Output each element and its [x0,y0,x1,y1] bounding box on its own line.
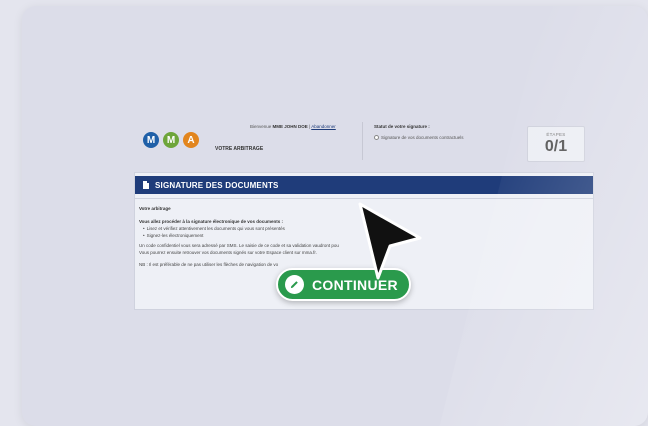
mouse-pointer-icon [358,202,422,280]
header-divider [362,122,363,160]
status-item-label: Signature de vos documents contractuels [381,135,464,140]
logo-m2: M [163,132,179,148]
note-text: NB : Il est préférable de ne pas utilise… [139,262,279,267]
status-title: Statut de votre signature : [374,124,430,129]
steps-box: ÉTAPES 0/1 [527,126,585,162]
document-icon [143,181,149,189]
abandon-link[interactable]: Abandonner [311,124,336,129]
panel-title: SIGNATURE DES DOCUMENTS [155,180,279,190]
lead-text: Vous allez procéder à la signature élect… [139,219,283,224]
bullet-item: Signez-les électroniquement [143,233,204,238]
pencil-icon [285,275,304,294]
status-radio-icon [374,135,379,140]
info-line-1: Un code confidentiel vous sera adressé p… [139,243,339,248]
subtitle: Votre arbitrage [139,206,171,211]
steps-value: 0/1 [544,138,568,155]
welcome-text: Bienvenue MME JOHN DOE | Abandonner [250,124,336,129]
section-title: VOTRE ARBITRAGE [215,146,264,152]
browser-card: M M A VOTRE ARBITRAGE Bienvenue MME JOHN… [22,6,648,426]
logo-m1: M [143,132,159,148]
status-item: Signature de vos documents contractuels [374,135,464,140]
divider [135,198,593,199]
info-line-2: Vous pourrez ensuite retrouver vos docum… [139,250,317,255]
logo-a: A [183,132,199,148]
mma-logo: M M A [143,132,199,148]
user-name: MME JOHN DOE [272,124,308,129]
bullet-item: Lisez et vérifiez attentivement les docu… [143,226,285,231]
welcome-prefix: Bienvenue [250,124,272,129]
panel-header: SIGNATURE DES DOCUMENTS [135,176,593,194]
steps-label: ÉTAPES [546,132,566,137]
